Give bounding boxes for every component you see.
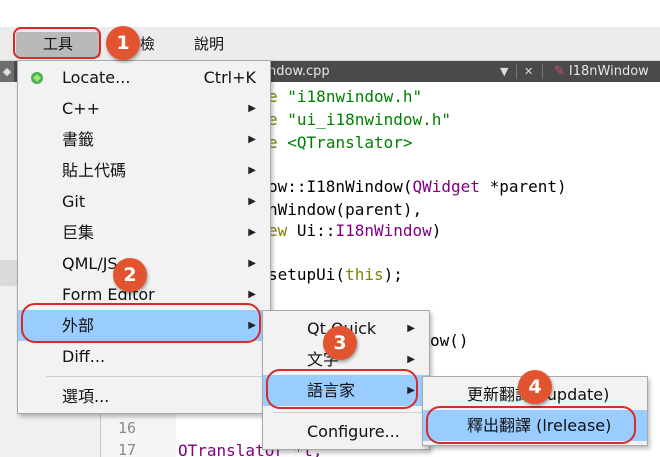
step-badge-1: 1 [106, 26, 140, 60]
step-badge-4: 4 [518, 370, 552, 404]
line-number: 17 [118, 441, 137, 457]
tab-second-file[interactable]: ✎ I18nWindow [554, 61, 649, 82]
code-line: setupUi(this); [268, 265, 403, 284]
close-icon[interactable]: ✕ [524, 61, 533, 82]
code-line: ow::I18nWindow(QWidget *parent) [268, 177, 567, 196]
tools-menu: Locate... Ctrl+K C++ ▶ 書籤 ▶ 貼上代碼 ▶ Git ▶ 巨集 ▶… [17, 60, 271, 414]
step-badge-3: 3 [323, 326, 357, 360]
code-line: nWindow(parent), [268, 200, 423, 219]
menu-separator [46, 376, 264, 377]
menu-item-cpp[interactable]: C++ ▶ [18, 93, 270, 124]
highlight-ring-lrelease [426, 406, 636, 444]
menu-item-code-paster[interactable]: 貼上代碼 ▶ [18, 155, 270, 186]
menu-item-locate[interactable]: Locate... Ctrl+K [18, 62, 270, 93]
highlight-ring-tools [13, 27, 101, 59]
menu-item-diff[interactable]: Diff... [18, 341, 270, 372]
menu-item-git[interactable]: Git ▶ [18, 186, 270, 217]
menu-separator [273, 412, 423, 413]
highlight-ring-linguist [266, 369, 418, 409]
file-dropdown-icon[interactable]: ▼ [500, 61, 508, 82]
menu-partial[interactable]: 檢 [140, 32, 154, 56]
menu-item-configure[interactable]: Configure... [263, 416, 429, 447]
submenu-arrow-icon: ▶ [248, 196, 256, 207]
menu-item-bookmarks[interactable]: 書籤 ▶ [18, 124, 270, 155]
highlight-ring-external [21, 303, 261, 343]
tab-current-file[interactable]: ndow.cpp [268, 61, 330, 82]
tab-second-file-label: I18nWindow [568, 64, 649, 79]
submenu-arrow-icon: ▶ [248, 227, 256, 238]
submenu-arrow-icon: ▶ [407, 323, 415, 334]
locate-icon [31, 72, 43, 84]
menu-item-options[interactable]: 選項... [18, 381, 270, 412]
pen-icon: ✎ [554, 64, 565, 79]
submenu-arrow-icon: ▶ [248, 258, 256, 269]
menu-item-macros[interactable]: 巨集 ▶ [18, 217, 270, 248]
screen: { "menubar": { "tools": "工具", "partial":… [0, 0, 660, 457]
code-line: e "i18nwindow.h" [268, 87, 423, 106]
code-line: e <QTranslator> [268, 133, 413, 152]
submenu-arrow-icon: ▶ [248, 103, 256, 114]
submenu-arrow-icon: ▶ [248, 134, 256, 145]
submenu-arrow-icon: ▶ [248, 165, 256, 176]
code-line: ew Ui::I18nWindow) [268, 221, 442, 240]
menu-help[interactable]: 說明 [194, 32, 224, 56]
code-line: e "ui_i18nwindow.h" [268, 110, 452, 129]
line-number: 16 [118, 419, 137, 437]
step-badge-2: 2 [113, 258, 147, 292]
code-line: ow() [430, 331, 469, 350]
split-icon[interactable]: ◆ [0, 61, 14, 82]
